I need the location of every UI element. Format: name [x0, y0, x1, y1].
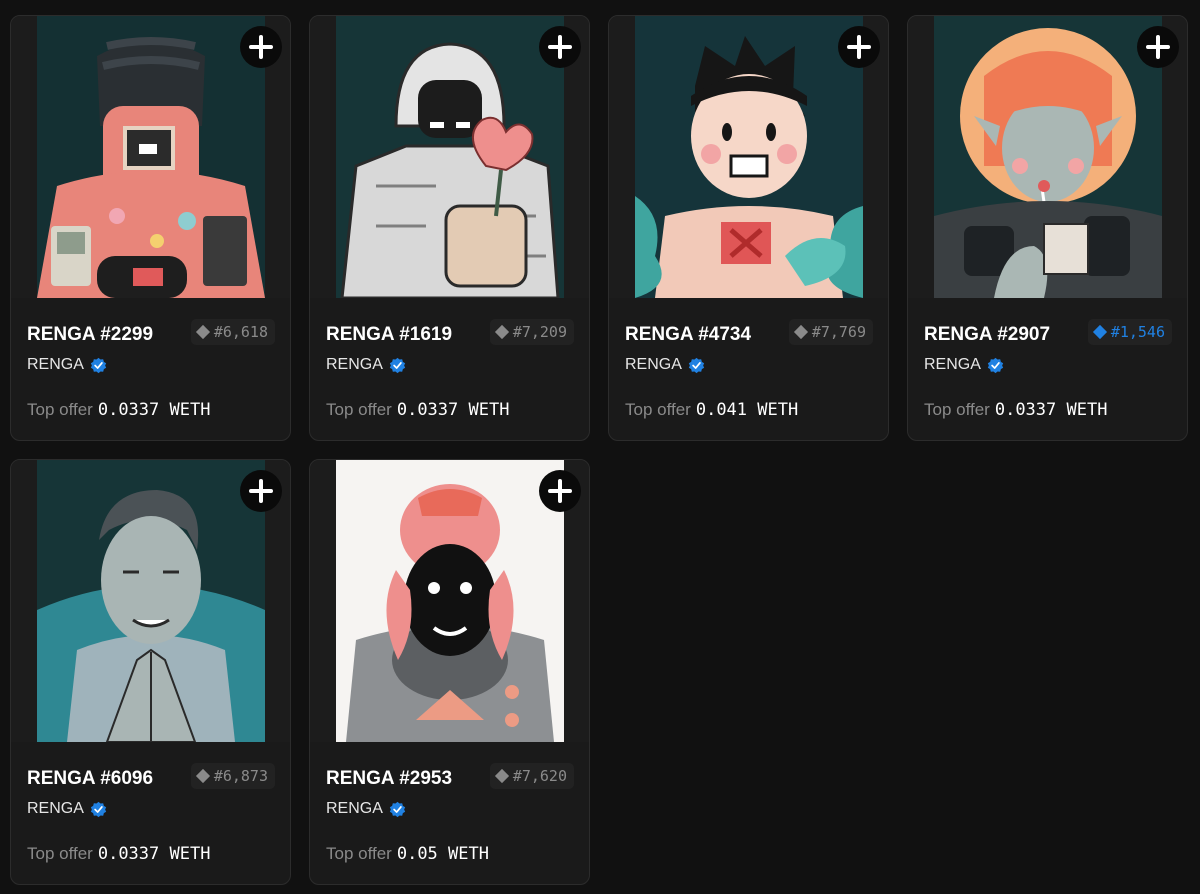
- collection-name: RENGA: [27, 800, 84, 817]
- top-offer: Top offer 0.0337 WETH: [924, 400, 1107, 420]
- plus-icon: [1146, 35, 1170, 59]
- rarity-rank-badge: #6,618: [190, 319, 275, 345]
- plus-icon: [847, 35, 871, 59]
- nft-grid: RENGA #2299 #6,618 RENGA Top offer 0.033…: [0, 0, 1200, 894]
- top-offer-label: Top offer: [326, 400, 392, 419]
- add-to-cart-button[interactable]: [240, 26, 282, 68]
- rarity-rank-badge: #7,620: [489, 763, 574, 789]
- plus-icon: [548, 35, 572, 59]
- rarity-rank: #6,873: [213, 767, 268, 785]
- add-to-cart-button[interactable]: [838, 26, 880, 68]
- top-offer-label: Top offer: [326, 844, 392, 863]
- nft-image[interactable]: [609, 16, 888, 298]
- top-offer-price: 0.0337 WETH: [994, 400, 1108, 420]
- add-to-cart-button[interactable]: [539, 470, 581, 512]
- rarity-rank-badge: #7,769: [788, 319, 873, 345]
- nft-card[interactable]: RENGA #2953 #7,620 RENGA Top offer 0.05 …: [309, 459, 590, 885]
- verified-badge-icon: [90, 357, 107, 373]
- top-offer-price: 0.041 WETH: [695, 400, 799, 420]
- nft-card[interactable]: RENGA #4734 #7,769 RENGA Top offer 0.041…: [608, 15, 889, 441]
- diamond-icon: [793, 324, 808, 340]
- rarity-rank: #6,618: [213, 323, 268, 341]
- nft-title: RENGA #6096: [27, 768, 154, 789]
- top-offer-price: 0.0337 WETH: [396, 400, 510, 420]
- top-offer-price: 0.0337 WETH: [97, 400, 211, 420]
- nft-title: RENGA #2907: [924, 324, 1051, 345]
- verified-badge-icon: [987, 357, 1004, 373]
- nft-card[interactable]: RENGA #2299 #6,618 RENGA Top offer 0.033…: [10, 15, 291, 441]
- collection-link[interactable]: RENGA: [924, 356, 1004, 374]
- collection-link[interactable]: RENGA: [625, 356, 705, 374]
- nft-card[interactable]: RENGA #1619 #7,209 RENGA Top offer 0.033…: [309, 15, 590, 441]
- verified-badge-icon: [90, 801, 107, 817]
- diamond-icon: [494, 324, 509, 340]
- plus-icon: [548, 479, 572, 503]
- nft-art: [336, 16, 564, 298]
- nft-image[interactable]: [11, 460, 290, 742]
- top-offer-label: Top offer: [924, 400, 990, 419]
- top-offer: Top offer 0.05 WETH: [326, 844, 489, 864]
- nft-art: [37, 460, 265, 742]
- collection-link[interactable]: RENGA: [27, 356, 107, 374]
- nft-image[interactable]: [908, 16, 1187, 298]
- nft-art: [934, 16, 1162, 298]
- top-offer-price: 0.0337 WETH: [97, 844, 211, 864]
- nft-image[interactable]: [310, 16, 589, 298]
- diamond-icon: [494, 768, 509, 784]
- verified-badge-icon: [389, 801, 406, 817]
- nft-art: [336, 460, 564, 742]
- top-offer-price: 0.05 WETH: [396, 844, 489, 864]
- diamond-icon: [195, 768, 210, 784]
- collection-name: RENGA: [326, 800, 383, 817]
- collection-name: RENGA: [326, 356, 383, 373]
- top-offer-label: Top offer: [27, 844, 93, 863]
- nft-title: RENGA #2299: [27, 324, 154, 345]
- top-offer: Top offer 0.0337 WETH: [326, 400, 509, 420]
- rarity-rank-badge: #1,546: [1087, 319, 1172, 345]
- top-offer-label: Top offer: [27, 400, 93, 419]
- verified-badge-icon: [688, 357, 705, 373]
- nft-image[interactable]: [11, 16, 290, 298]
- nft-art: [635, 16, 863, 298]
- nft-title: RENGA #4734: [625, 324, 752, 345]
- collection-name: RENGA: [625, 356, 682, 373]
- collection-link[interactable]: RENGA: [326, 356, 406, 374]
- collection-link[interactable]: RENGA: [326, 800, 406, 818]
- collection-name: RENGA: [924, 356, 981, 373]
- nft-image[interactable]: [310, 460, 589, 742]
- top-offer: Top offer 0.0337 WETH: [27, 844, 210, 864]
- plus-icon: [249, 35, 273, 59]
- rarity-rank: #7,769: [811, 323, 866, 341]
- add-to-cart-button[interactable]: [240, 470, 282, 512]
- top-offer-label: Top offer: [625, 400, 691, 419]
- rarity-rank-badge: #6,873: [190, 763, 275, 789]
- top-offer: Top offer 0.041 WETH: [625, 400, 798, 420]
- nft-title: RENGA #1619: [326, 324, 453, 345]
- nft-title: RENGA #2953: [326, 768, 453, 789]
- plus-icon: [249, 479, 273, 503]
- diamond-icon: [195, 324, 210, 340]
- verified-badge-icon: [389, 357, 406, 373]
- nft-card[interactable]: RENGA #2907 #1,546 RENGA Top offer 0.033…: [907, 15, 1188, 441]
- rarity-rank-badge: #7,209: [489, 319, 574, 345]
- rarity-rank: #1,546: [1110, 323, 1165, 341]
- nft-card[interactable]: RENGA #6096 #6,873 RENGA Top offer 0.033…: [10, 459, 291, 885]
- add-to-cart-button[interactable]: [539, 26, 581, 68]
- add-to-cart-button[interactable]: [1137, 26, 1179, 68]
- rarity-rank: #7,209: [512, 323, 567, 341]
- collection-name: RENGA: [27, 356, 84, 373]
- diamond-icon: [1092, 324, 1107, 340]
- top-offer: Top offer 0.0337 WETH: [27, 400, 210, 420]
- collection-link[interactable]: RENGA: [27, 800, 107, 818]
- rarity-rank: #7,620: [512, 767, 567, 785]
- nft-art: [37, 16, 265, 298]
